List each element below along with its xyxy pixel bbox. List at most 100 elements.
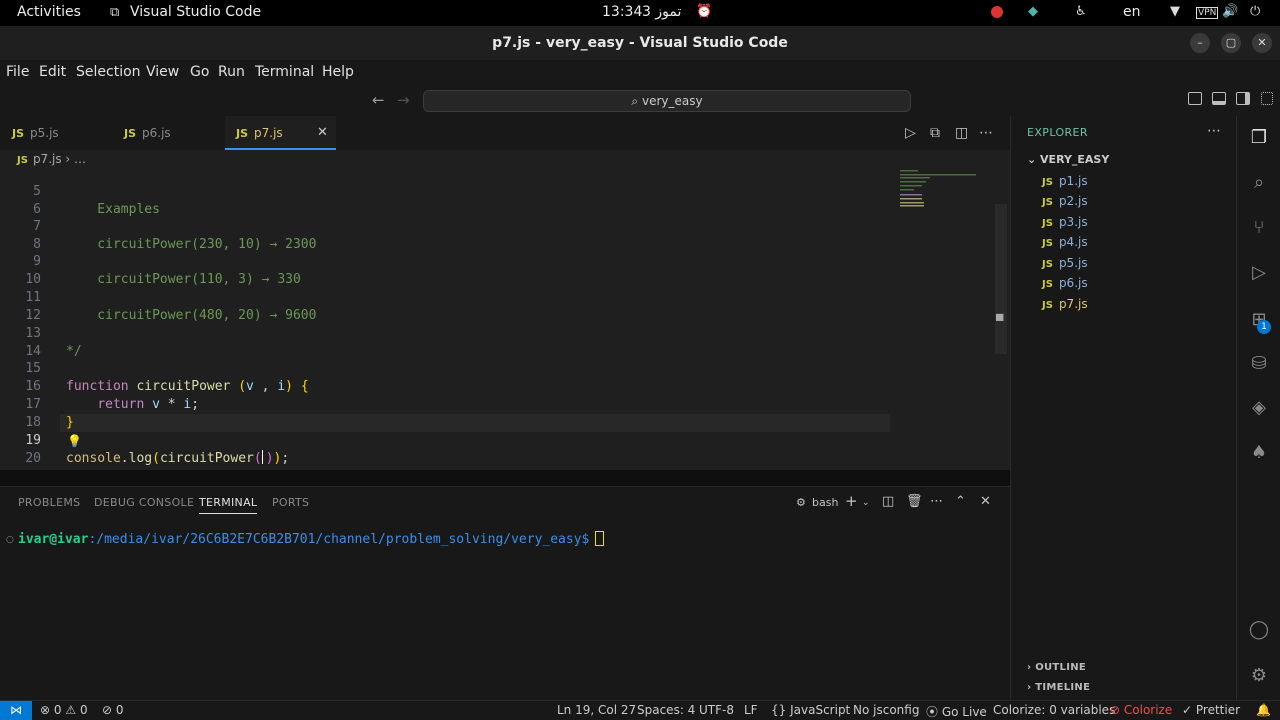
open-changes-icon[interactable]: ⧉ xyxy=(930,125,940,141)
split-editor-icon[interactable]: ◫ xyxy=(955,125,968,141)
token-call: circuitPower xyxy=(160,469,254,470)
file-item-p7[interactable]: JS p7.js xyxy=(1042,297,1088,317)
line-number: 21 xyxy=(0,468,41,470)
toggle-primary-sidebar-icon[interactable] xyxy=(1188,92,1202,105)
colorize-variables[interactable]: Colorize: 0 variables xyxy=(993,703,1115,717)
notifications-bell-icon[interactable]: 🔔 xyxy=(1256,703,1271,717)
menu-terminal[interactable]: Terminal xyxy=(255,64,314,80)
run-file-icon[interactable]: ▷ xyxy=(905,125,916,141)
code-line: 6 xyxy=(0,183,1000,217)
toggle-panel-icon[interactable] xyxy=(1212,92,1226,105)
file-item-p2[interactable]: JS p2.js xyxy=(1042,194,1088,214)
menu-run[interactable]: Run xyxy=(218,64,245,80)
menu-view[interactable]: View xyxy=(146,64,179,80)
power-icon[interactable]: ⏻ xyxy=(1250,4,1260,19)
tab-p5[interactable]: JS p5.js xyxy=(0,116,112,150)
layers-icon[interactable]: ◈ xyxy=(1247,396,1271,420)
ports-status[interactable]: ⊘ 0 xyxy=(102,703,124,717)
more-actions-icon[interactable]: ⋯ xyxy=(1207,123,1221,139)
wifi-icon[interactable]: ▼ xyxy=(1170,4,1180,19)
trash-icon[interactable]: 🗑 xyxy=(906,494,923,509)
vpn-icon[interactable]: VPN xyxy=(1196,7,1219,19)
more-actions-icon[interactable]: ⋯ xyxy=(979,125,993,141)
code-editor[interactable]: 5 Examples 6 7 circuitPower(230, 10) → 2… xyxy=(0,168,1010,470)
chevron-down-icon[interactable]: ⌄ xyxy=(862,498,870,508)
encoding[interactable]: UTF-8 xyxy=(699,703,734,717)
settings-gear-icon[interactable]: ⚙ xyxy=(1247,664,1271,688)
menu-selection[interactable]: Selection xyxy=(76,64,141,80)
file-item-p4[interactable]: JS p4.js xyxy=(1042,235,1088,255)
files-icon[interactable]: ❐ xyxy=(1247,126,1271,150)
folder-very-easy[interactable]: ⌄ VERY_EASY xyxy=(1027,153,1109,166)
tab-debug-console[interactable]: DEBUG CONSOLE xyxy=(94,496,194,509)
close-window-button[interactable]: ✕ xyxy=(1252,33,1272,53)
prompt-user: ivar@ivar xyxy=(18,532,89,547)
account-icon[interactable]: ◯ xyxy=(1247,618,1271,642)
tab-terminal[interactable]: TERMINAL xyxy=(199,496,258,514)
file-item-p3[interactable]: JS p3.js xyxy=(1042,215,1088,235)
tab-problems[interactable]: PROBLEMS xyxy=(18,496,80,509)
maximize-panel-icon[interactable]: ⌃ xyxy=(955,494,966,509)
database-icon[interactable]: ⛁ xyxy=(1247,352,1271,376)
file-item-p5[interactable]: JS p5.js xyxy=(1042,256,1088,276)
timeline-section[interactable]: › TIMELINE xyxy=(1027,682,1090,693)
cursor-position[interactable]: Ln 19, Col 27 xyxy=(557,703,636,717)
close-panel-icon[interactable]: ✕ xyxy=(980,494,991,509)
file-item-p6[interactable]: JS p6.js xyxy=(1042,276,1088,296)
minimize-button[interactable]: – xyxy=(1190,33,1210,53)
menu-file[interactable]: File xyxy=(6,64,29,80)
toggle-secondary-sidebar-icon[interactable] xyxy=(1236,92,1250,105)
activities-button[interactable]: Activities xyxy=(17,4,81,20)
volume-icon[interactable]: 🔊 xyxy=(1222,4,1238,19)
errors-status[interactable]: ⊗ 0 ⚠ 0 xyxy=(40,703,88,717)
record-indicator-icon[interactable] xyxy=(991,6,1003,18)
timeline-label: TIMELINE xyxy=(1035,682,1091,693)
indentation[interactable]: Spaces: 4 xyxy=(637,703,695,717)
vpn-shield-icon[interactable]: ◆ xyxy=(1028,4,1038,19)
maximize-button[interactable]: ▢ xyxy=(1221,33,1241,53)
forward-arrow-icon[interactable]: → xyxy=(397,91,410,109)
command-center-search[interactable]: ⌕ very_easy xyxy=(423,90,911,112)
breadcrumb-file[interactable]: p7.js xyxy=(33,152,62,166)
remote-window-icon[interactable]: ⋈ xyxy=(0,701,32,720)
terminal-shell-name[interactable]: bash xyxy=(812,496,838,509)
system-top-bar: Activities ⧉ Visual Studio Code 13:34 3 … xyxy=(0,0,1280,26)
close-tab-icon[interactable]: ✕ xyxy=(317,125,328,140)
language-mode[interactable]: {} JavaScript xyxy=(771,703,850,717)
broadcast-icon: ⦿ xyxy=(926,705,939,719)
outline-section[interactable]: › OUTLINE xyxy=(1027,662,1086,673)
file-label: p5.js xyxy=(1058,256,1088,270)
go-live-button[interactable]: ⦿ Go Live xyxy=(926,703,987,720)
terminal-output[interactable]: ivar@ivar:/media/ivar/26C6B2E7C6B2B701/c… xyxy=(18,531,605,547)
menu-edit[interactable]: Edit xyxy=(39,64,66,80)
search-icon[interactable]: ⌕ xyxy=(1247,171,1271,195)
tab-ports[interactable]: PORTS xyxy=(272,496,309,509)
file-item-p1[interactable]: JS p1.js xyxy=(1042,174,1088,194)
menu-help[interactable]: Help xyxy=(322,64,354,80)
bottom-panel: PROBLEMS DEBUG CONSOLE TERMINAL PORTS ⚙ … xyxy=(0,486,1010,700)
colorize-toggle[interactable]: ⊘ Colorize xyxy=(1110,703,1172,717)
source-control-icon[interactable]: ⑂ xyxy=(1247,216,1271,240)
new-terminal-icon[interactable]: + xyxy=(845,492,858,510)
more-actions-icon[interactable]: ⋯ xyxy=(930,494,943,509)
clock[interactable]: 13:34 xyxy=(602,4,642,20)
customize-layout-icon[interactable] xyxy=(1261,92,1273,105)
jsconfig-status[interactable]: No jsconfig xyxy=(853,703,919,717)
tab-p7[interactable]: JS p7.js ✕ xyxy=(225,116,336,150)
minimap[interactable] xyxy=(896,168,986,218)
menu-go[interactable]: Go xyxy=(190,64,209,80)
app-menu-name[interactable]: Visual Studio Code xyxy=(130,4,261,20)
leaf-icon[interactable]: ♠ xyxy=(1247,441,1271,465)
breadcrumb-symbol[interactable]: … xyxy=(74,152,86,166)
run-debug-icon[interactable]: ▷ xyxy=(1247,261,1271,285)
accessibility-icon[interactable]: ♿ xyxy=(1075,4,1087,19)
split-terminal-icon[interactable]: ◫ xyxy=(882,494,894,509)
tab-p6[interactable]: JS p6.js xyxy=(112,116,225,150)
back-arrow-icon[interactable]: ← xyxy=(372,91,385,109)
keyboard-language[interactable]: en xyxy=(1123,4,1141,20)
editor-scrollbar[interactable] xyxy=(995,204,1007,354)
explorer-sidebar: EXPLORER ⋯ ⌄ VERY_EASY JS p1.js JS p2.js J… xyxy=(1010,116,1236,700)
date[interactable]: 3 تموز xyxy=(642,4,681,20)
end-of-line[interactable]: LF xyxy=(744,703,758,717)
prettier-status[interactable]: ✓ Prettier xyxy=(1182,703,1240,717)
